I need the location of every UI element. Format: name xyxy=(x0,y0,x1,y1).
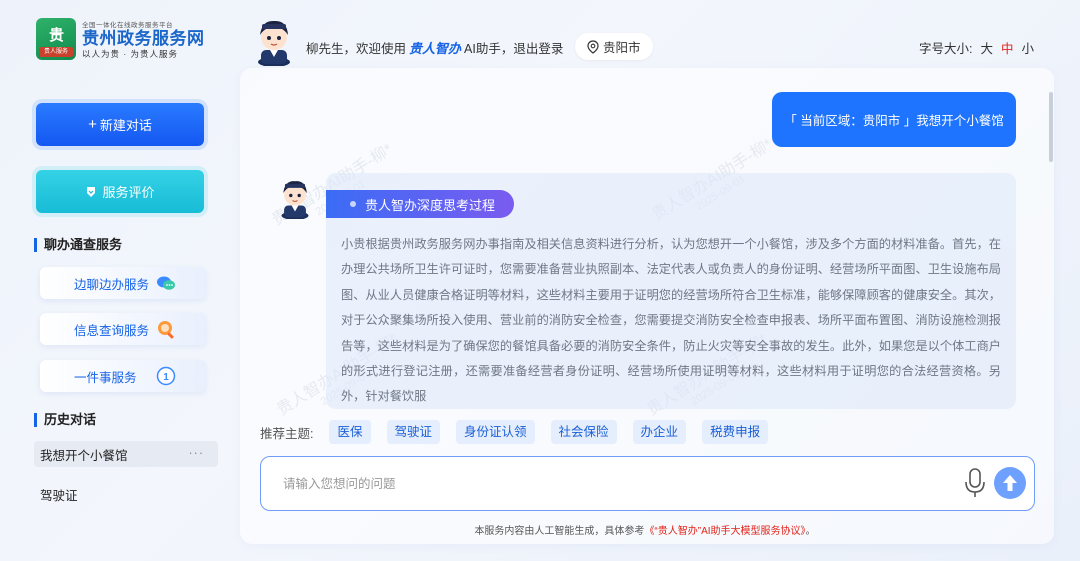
magnifier-icon xyxy=(158,321,174,339)
topic-tag[interactable]: 社会保险 xyxy=(550,420,617,444)
font-size-control: 字号大小: 大 中 小 xyxy=(919,38,1034,57)
chat-bubbles-icon xyxy=(157,276,175,290)
service-one-thing[interactable]: 一件事服务 1 xyxy=(40,360,206,392)
location-selector[interactable]: 贵阳市 xyxy=(575,33,653,60)
microphone-icon[interactable] xyxy=(964,467,986,499)
font-size-large[interactable]: 大 xyxy=(980,38,993,57)
service-chat-handle[interactable]: 边聊边办服务 xyxy=(40,267,206,299)
welcome-message: 柳先生，欢迎使用 贵人智办 AI助手， 退出登录 xyxy=(306,38,563,57)
site-logo[interactable]: 贵 贵人服务 全国一体化在线政务服务平台 贵州政务服务网 以人为贵 · 为贵人服… xyxy=(36,16,216,62)
logo-title: 贵州政务服务网 xyxy=(82,28,205,48)
topic-tag[interactable]: 税费申报 xyxy=(702,420,769,444)
svg-text:1: 1 xyxy=(163,372,169,383)
history-section-title: 历史对话 xyxy=(34,413,96,427)
assistant-avatar-icon xyxy=(275,177,315,220)
arrow-up-icon xyxy=(1003,475,1017,491)
logout-link[interactable]: 退出登录 xyxy=(513,38,563,57)
rating-icon xyxy=(87,186,96,197)
topic-tag[interactable]: 办企业 xyxy=(632,420,687,444)
user-message-bubble: 「 当前区域：贵阳市 」我想开个小餐馆 xyxy=(772,92,1016,147)
brand-name: 贵人智办 xyxy=(409,41,462,56)
service-agreement-link[interactable]: 《“贵人智办”AI助手大模型服务协议》 xyxy=(644,526,805,537)
more-options-icon[interactable]: ··· xyxy=(189,446,205,460)
assistant-avatar-icon xyxy=(252,16,296,67)
new-chat-button[interactable]: + 新建对话 xyxy=(36,103,204,146)
logo-emblem-icon: 贵 贵人服务 xyxy=(36,18,76,60)
service-info-query[interactable]: 信息查询服务 xyxy=(40,313,206,345)
one-badge-icon: 1 xyxy=(156,366,176,386)
history-item[interactable]: 我想开个小餐馆 ··· xyxy=(34,441,218,467)
font-size-label: 字号大小: xyxy=(918,42,973,56)
location-pin-icon xyxy=(587,39,599,54)
font-size-medium[interactable]: 中 xyxy=(1001,38,1014,57)
thinking-process-text: 小贵根据贵州政务服务网办事指南及相关信息资料进行分析，认为您想开一个小餐馆，涉及… xyxy=(341,237,1001,404)
topic-tag[interactable]: 身份证认领 xyxy=(456,420,535,444)
question-input[interactable] xyxy=(283,473,933,495)
dot-icon xyxy=(350,201,356,207)
topic-tag[interactable]: 驾驶证 xyxy=(386,420,441,444)
history-item[interactable]: 驾驶证 xyxy=(34,481,218,507)
plus-icon: + xyxy=(88,116,97,133)
font-size-small[interactable]: 小 xyxy=(1021,38,1034,57)
service-evaluation-button[interactable]: 服务评价 xyxy=(36,170,204,213)
logo-tagline: 全国一体化在线政务服务平台 xyxy=(82,21,173,29)
send-button[interactable] xyxy=(994,467,1026,499)
logo-slogan: 以人为贵 · 为贵人服务 xyxy=(82,48,179,59)
topic-tag[interactable]: 医保 xyxy=(329,420,371,444)
thinking-process-label[interactable]: 贵人智办深度思考过程 xyxy=(326,190,514,218)
disclaimer-footer: 本服务内容由人工智能生成，具体参考《“贵人智办”AI助手大模型服务协议》。 xyxy=(474,526,816,537)
location-label: 贵阳市 xyxy=(603,41,641,55)
recommended-topics: 推荐主题: 医保 驾驶证 身份证认领 社会保险 办企业 税费申报 xyxy=(260,420,784,444)
topics-label: 推荐主题: xyxy=(260,426,314,441)
question-input-box xyxy=(260,456,1035,511)
chat-scrollbar[interactable] xyxy=(1049,92,1053,162)
services-section-title: 聊办通查服务 xyxy=(34,238,122,252)
